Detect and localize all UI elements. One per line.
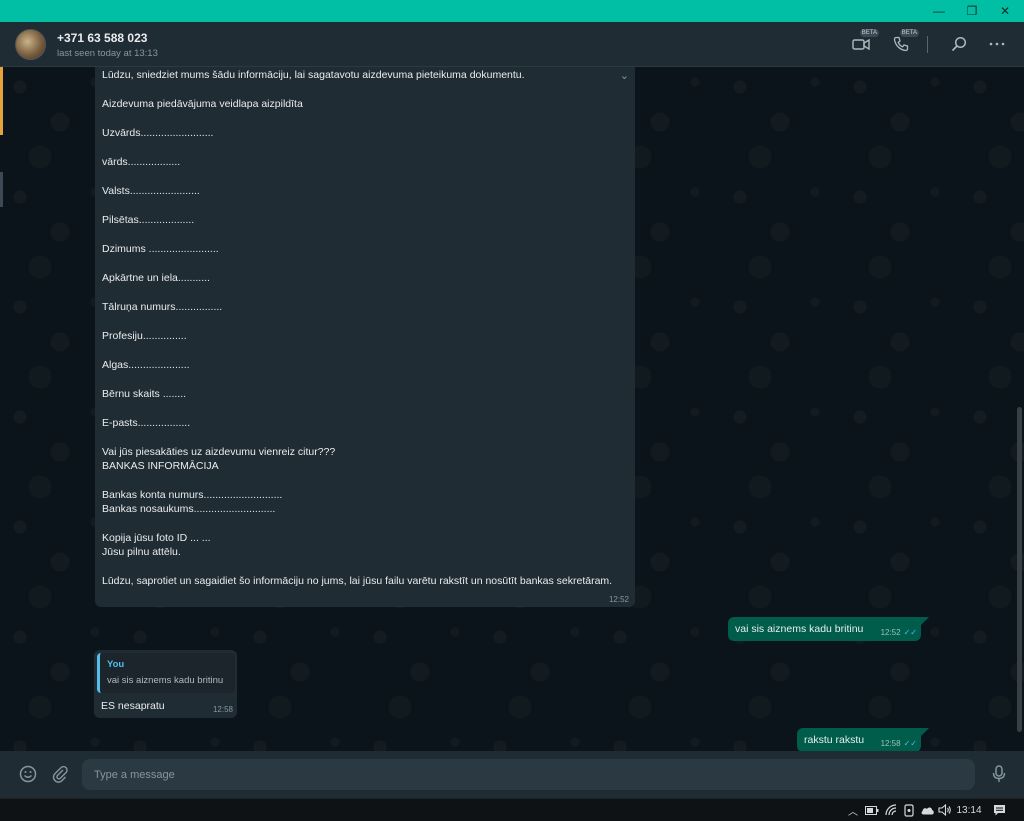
message-line: Lūdzu, saprotiet un sagaidiet šo informā… [102, 575, 613, 587]
incoming-reply-message[interactable]: You vai sis aiznems kadu britinu ES nesa… [94, 650, 237, 718]
message-line: Jūsu pilnu attēlu. [102, 546, 181, 558]
unread-indicator [0, 67, 3, 135]
message-line: BANKAS INFORMĀCIJA [102, 460, 219, 472]
notification-icon[interactable] [990, 802, 1008, 818]
menu-icon [989, 42, 1005, 46]
message-meta: 12:58 ✓✓ [881, 739, 917, 748]
message-line: Algas..................... [102, 359, 190, 371]
video-call-icon [852, 38, 870, 51]
chat-header: +371 63 588 023 last seen today at 13:13… [0, 22, 1024, 67]
message-timestamp: 12:52 [608, 595, 629, 604]
message-line: Bankas nosaukums........................… [102, 503, 276, 515]
incoming-message-form[interactable]: ⌄ Lūdzu, sniedziet mums šādu informāciju… [95, 67, 635, 607]
message-line: Valsts........................ [102, 185, 200, 197]
close-button[interactable]: ✕ [988, 0, 1022, 22]
header-divider [927, 36, 928, 53]
chat-scrollbar[interactable] [1017, 407, 1022, 732]
emoji-icon [19, 765, 37, 783]
message-line: Lūdzu, sniedziet mums šādu informāciju, … [102, 69, 525, 81]
search-button[interactable] [947, 32, 971, 56]
minimize-button[interactable]: — [922, 0, 956, 22]
wifi-icon[interactable] [884, 802, 900, 818]
voice-call-icon [893, 36, 909, 52]
message-composer [0, 751, 1024, 798]
voice-call-button[interactable]: BETA [889, 29, 919, 56]
message-timestamp: 12:52 [880, 628, 901, 637]
message-timestamp: 12:58 [212, 705, 233, 714]
phone-link-icon[interactable] [902, 802, 916, 818]
search-icon [951, 36, 967, 52]
volume-icon[interactable] [937, 802, 953, 818]
whatsapp-window: — ❐ ✕ +371 63 588 023 last seen today at… [0, 0, 1024, 798]
message-timestamp: 12:58 [880, 739, 901, 748]
message-line: Aizdevuma piedāvājuma veidlapa aizpildīt… [102, 98, 303, 110]
message-line: Kopija jūsu foto ID ... ... [102, 532, 211, 544]
title-bar: — ❐ ✕ [0, 0, 1024, 22]
microphone-button[interactable] [988, 763, 1010, 785]
video-call-button[interactable]: BETA [849, 29, 879, 56]
message-input[interactable] [82, 759, 975, 790]
double-check-icon: ✓✓ [903, 628, 917, 637]
chevron-up-icon[interactable]: ︿ [846, 802, 860, 818]
contact-last-seen: last seen today at 13:13 [57, 48, 158, 59]
quoted-message[interactable]: You vai sis aiznems kadu britinu [97, 653, 235, 693]
avatar[interactable] [15, 29, 46, 60]
outgoing-message[interactable]: vai sis aiznems kadu britinu 12:52 ✓✓ [728, 617, 921, 641]
message-line: Tālruņa numurs................ [102, 301, 223, 313]
bubble-tail [921, 728, 929, 736]
double-check-icon: ✓✓ [903, 739, 917, 748]
menu-button[interactable] [985, 32, 1009, 56]
message-line: Pilsētas................... [102, 214, 195, 226]
bubble-tail [921, 617, 929, 625]
windows-taskbar: ︿ 13:14 [0, 798, 1024, 821]
outgoing-message[interactable]: rakstu rakstu 12:58 ✓✓ [797, 728, 921, 751]
microphone-icon [992, 765, 1006, 782]
attach-button[interactable] [49, 763, 71, 785]
message-line: vārds.................. [102, 156, 181, 168]
quote-text: vai sis aiznems kadu britinu [107, 675, 224, 686]
message-text: vai sis aiznems kadu britinu [735, 623, 864, 635]
chevron-down-icon[interactable]: ⌄ [620, 69, 629, 82]
message-line: Bankas konta numurs.....................… [102, 489, 283, 501]
chat-area[interactable]: ⌄ Lūdzu, sniedziet mums šādu informāciju… [0, 67, 1024, 751]
attach-icon [52, 765, 68, 783]
message-text: rakstu rakstu [804, 734, 865, 746]
restore-button[interactable]: ❐ [955, 0, 989, 22]
message-text: ES nesapratu [101, 700, 165, 712]
message-meta: 12:52 ✓✓ [881, 628, 917, 637]
contact-name[interactable]: +371 63 588 023 [57, 31, 147, 45]
message-line: Vai jūs piesakāties uz aizdevumu vienrei… [102, 446, 336, 458]
clock[interactable]: 13:14 [955, 802, 983, 818]
quote-author: You [107, 659, 125, 670]
emoji-button[interactable] [17, 763, 39, 785]
beta-badge-voice: BETA [899, 29, 919, 37]
message-line: Uzvārds......................... [102, 127, 214, 139]
side-marker [0, 172, 3, 207]
beta-badge-video: BETA [859, 29, 879, 37]
message-line: Apkārtne un iela........... [102, 272, 210, 284]
message-line: E-pasts.................. [102, 417, 191, 429]
message-line: Profesiju............... [102, 330, 187, 342]
cloud-icon[interactable] [919, 802, 935, 818]
message-line: Dzimums ........................ [102, 243, 219, 255]
message-line: Bērnu skaits ........ [102, 388, 187, 400]
battery-icon[interactable] [864, 802, 880, 818]
